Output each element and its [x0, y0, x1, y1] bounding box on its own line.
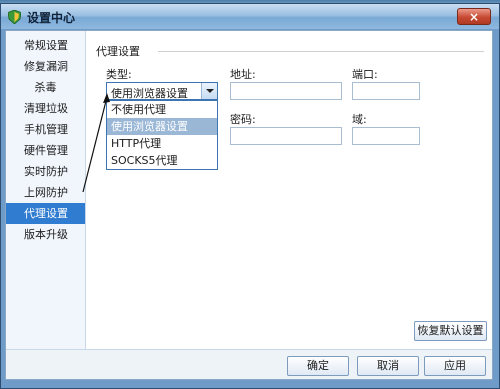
chevron-down-icon[interactable]	[201, 83, 217, 99]
domain-field[interactable]	[352, 127, 420, 145]
sidebar-item-general[interactable]: 常规设置	[6, 35, 85, 56]
port-field[interactable]	[352, 82, 420, 100]
close-button[interactable]: ×	[457, 8, 491, 25]
proxy-type-select[interactable]: 使用浏览器设置	[106, 82, 218, 100]
sidebar-item-proxy[interactable]: 代理设置	[6, 203, 85, 224]
sidebar-item-mobile[interactable]: 手机管理	[6, 119, 85, 140]
sidebar-item-cleanup[interactable]: 清理垃圾	[6, 98, 85, 119]
option-no-proxy[interactable]: 不使用代理	[107, 101, 217, 118]
settings-window: 设置中心 × 常规设置 修复漏洞 杀毒 清理垃圾 手机管理 硬件管理 实时防护 …	[0, 3, 500, 389]
apply-button[interactable]: 应用	[424, 356, 486, 376]
option-browser-settings[interactable]: 使用浏览器设置	[107, 118, 217, 135]
settings-client-area: 常规设置 修复漏洞 杀毒 清理垃圾 手机管理 硬件管理 实时防护 上网防护 代理…	[5, 30, 493, 380]
port-label: 端口:	[352, 68, 378, 81]
sidebar-item-upgrade[interactable]: 版本升级	[6, 224, 85, 245]
sidebar-item-web-protection[interactable]: 上网防护	[6, 182, 85, 203]
group-title: 代理设置	[96, 43, 144, 59]
shield-icon	[8, 10, 21, 24]
password-field[interactable]	[230, 127, 342, 145]
password-label: 密码:	[230, 113, 256, 126]
address-field[interactable]	[230, 82, 342, 100]
option-socks5-proxy[interactable]: SOCKS5代理	[107, 152, 217, 169]
sidebar-item-vulnerability[interactable]: 修复漏洞	[6, 56, 85, 77]
type-label: 类型:	[106, 68, 132, 81]
group-divider	[158, 51, 484, 52]
option-http-proxy[interactable]: HTTP代理	[107, 135, 217, 152]
ok-button[interactable]: 确定	[287, 356, 349, 376]
proxy-type-value: 使用浏览器设置	[111, 87, 188, 100]
sidebar-item-realtime[interactable]: 实时防护	[6, 161, 85, 182]
cancel-button[interactable]: 取消	[357, 356, 419, 376]
title-bar[interactable]: 设置中心 ×	[1, 4, 499, 29]
sidebar-item-antivirus[interactable]: 杀毒	[6, 77, 85, 98]
proxy-type-dropdown: 不使用代理 使用浏览器设置 HTTP代理 SOCKS5代理	[106, 100, 218, 170]
sidebar-item-hardware[interactable]: 硬件管理	[6, 140, 85, 161]
address-label: 地址:	[230, 68, 256, 81]
domain-label: 域:	[352, 113, 367, 126]
proxy-settings-panel: 代理设置 类型: 地址: 端口: 使用浏览器设置 密码: 域: 不使用代理 使用…	[86, 31, 492, 349]
restore-default-button[interactable]: 恢复默认设置	[414, 321, 487, 341]
sidebar: 常规设置 修复漏洞 杀毒 清理垃圾 手机管理 硬件管理 实时防护 上网防护 代理…	[6, 31, 86, 349]
window-title: 设置中心	[27, 11, 76, 25]
footer-bar: 确定 取消 应用	[6, 349, 492, 379]
